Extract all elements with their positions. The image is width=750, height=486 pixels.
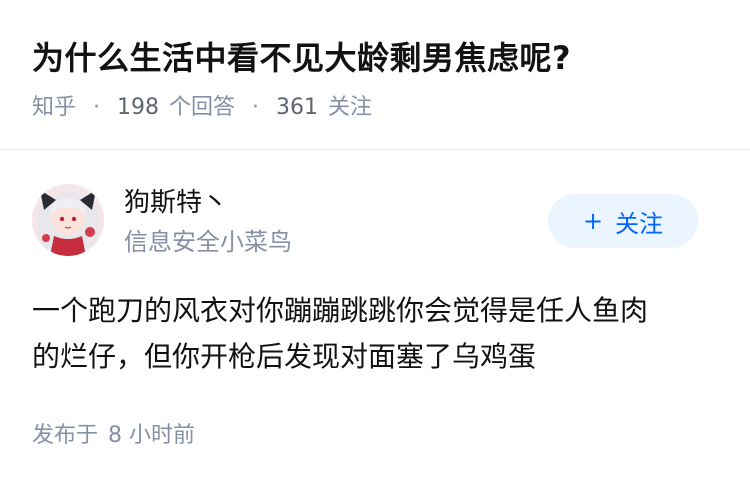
follow-button-label: 关注 xyxy=(615,209,664,238)
follower-count: 361 xyxy=(276,95,319,120)
answer-line: 一个跑刀的风衣对你蹦蹦跳跳你会觉得是任人鱼肉 xyxy=(32,294,649,327)
follower-count-label[interactable]: 关注 xyxy=(328,95,372,120)
avatar[interactable] xyxy=(32,184,104,256)
meta-separator: · xyxy=(252,95,260,120)
meta-separator: · xyxy=(93,95,101,120)
author-card: 狗斯特丶 信息安全小菜鸟 + 关注 xyxy=(32,182,718,262)
posted-label: 发布于 xyxy=(32,423,99,448)
follow-button[interactable]: + 关注 xyxy=(548,194,698,248)
answer-content[interactable]: 一个跑刀的风衣对你蹦蹦跳跳你会觉得是任人鱼肉 的烂仔，但你开枪后发现对面塞了乌鸡… xyxy=(32,288,712,380)
answer-line: 的烂仔，但你开枪后发现对面塞了乌鸡蛋 xyxy=(32,340,537,373)
answer-count-label[interactable]: 个回答 xyxy=(169,95,235,120)
source-label[interactable]: 知乎 xyxy=(32,95,76,120)
avatar-image xyxy=(32,184,104,256)
author-name[interactable]: 狗斯特丶 xyxy=(124,186,228,220)
plus-icon: + xyxy=(582,207,604,235)
question-title[interactable]: 为什么生活中看不见大龄剩男焦虑呢? xyxy=(32,36,718,80)
answer-count: 198 xyxy=(117,95,160,120)
question-meta: 知乎 · 198 个回答 · 361 关注 xyxy=(32,92,718,124)
author-bio: 信息安全小菜鸟 xyxy=(124,228,292,256)
post-time: 发布于 8 小时前 xyxy=(32,420,195,452)
posted-time: 8 小时前 xyxy=(108,423,196,448)
question-header: 为什么生活中看不见大龄剩男焦虑呢? 知乎 · 198 个回答 · 361 关注 xyxy=(0,0,750,150)
